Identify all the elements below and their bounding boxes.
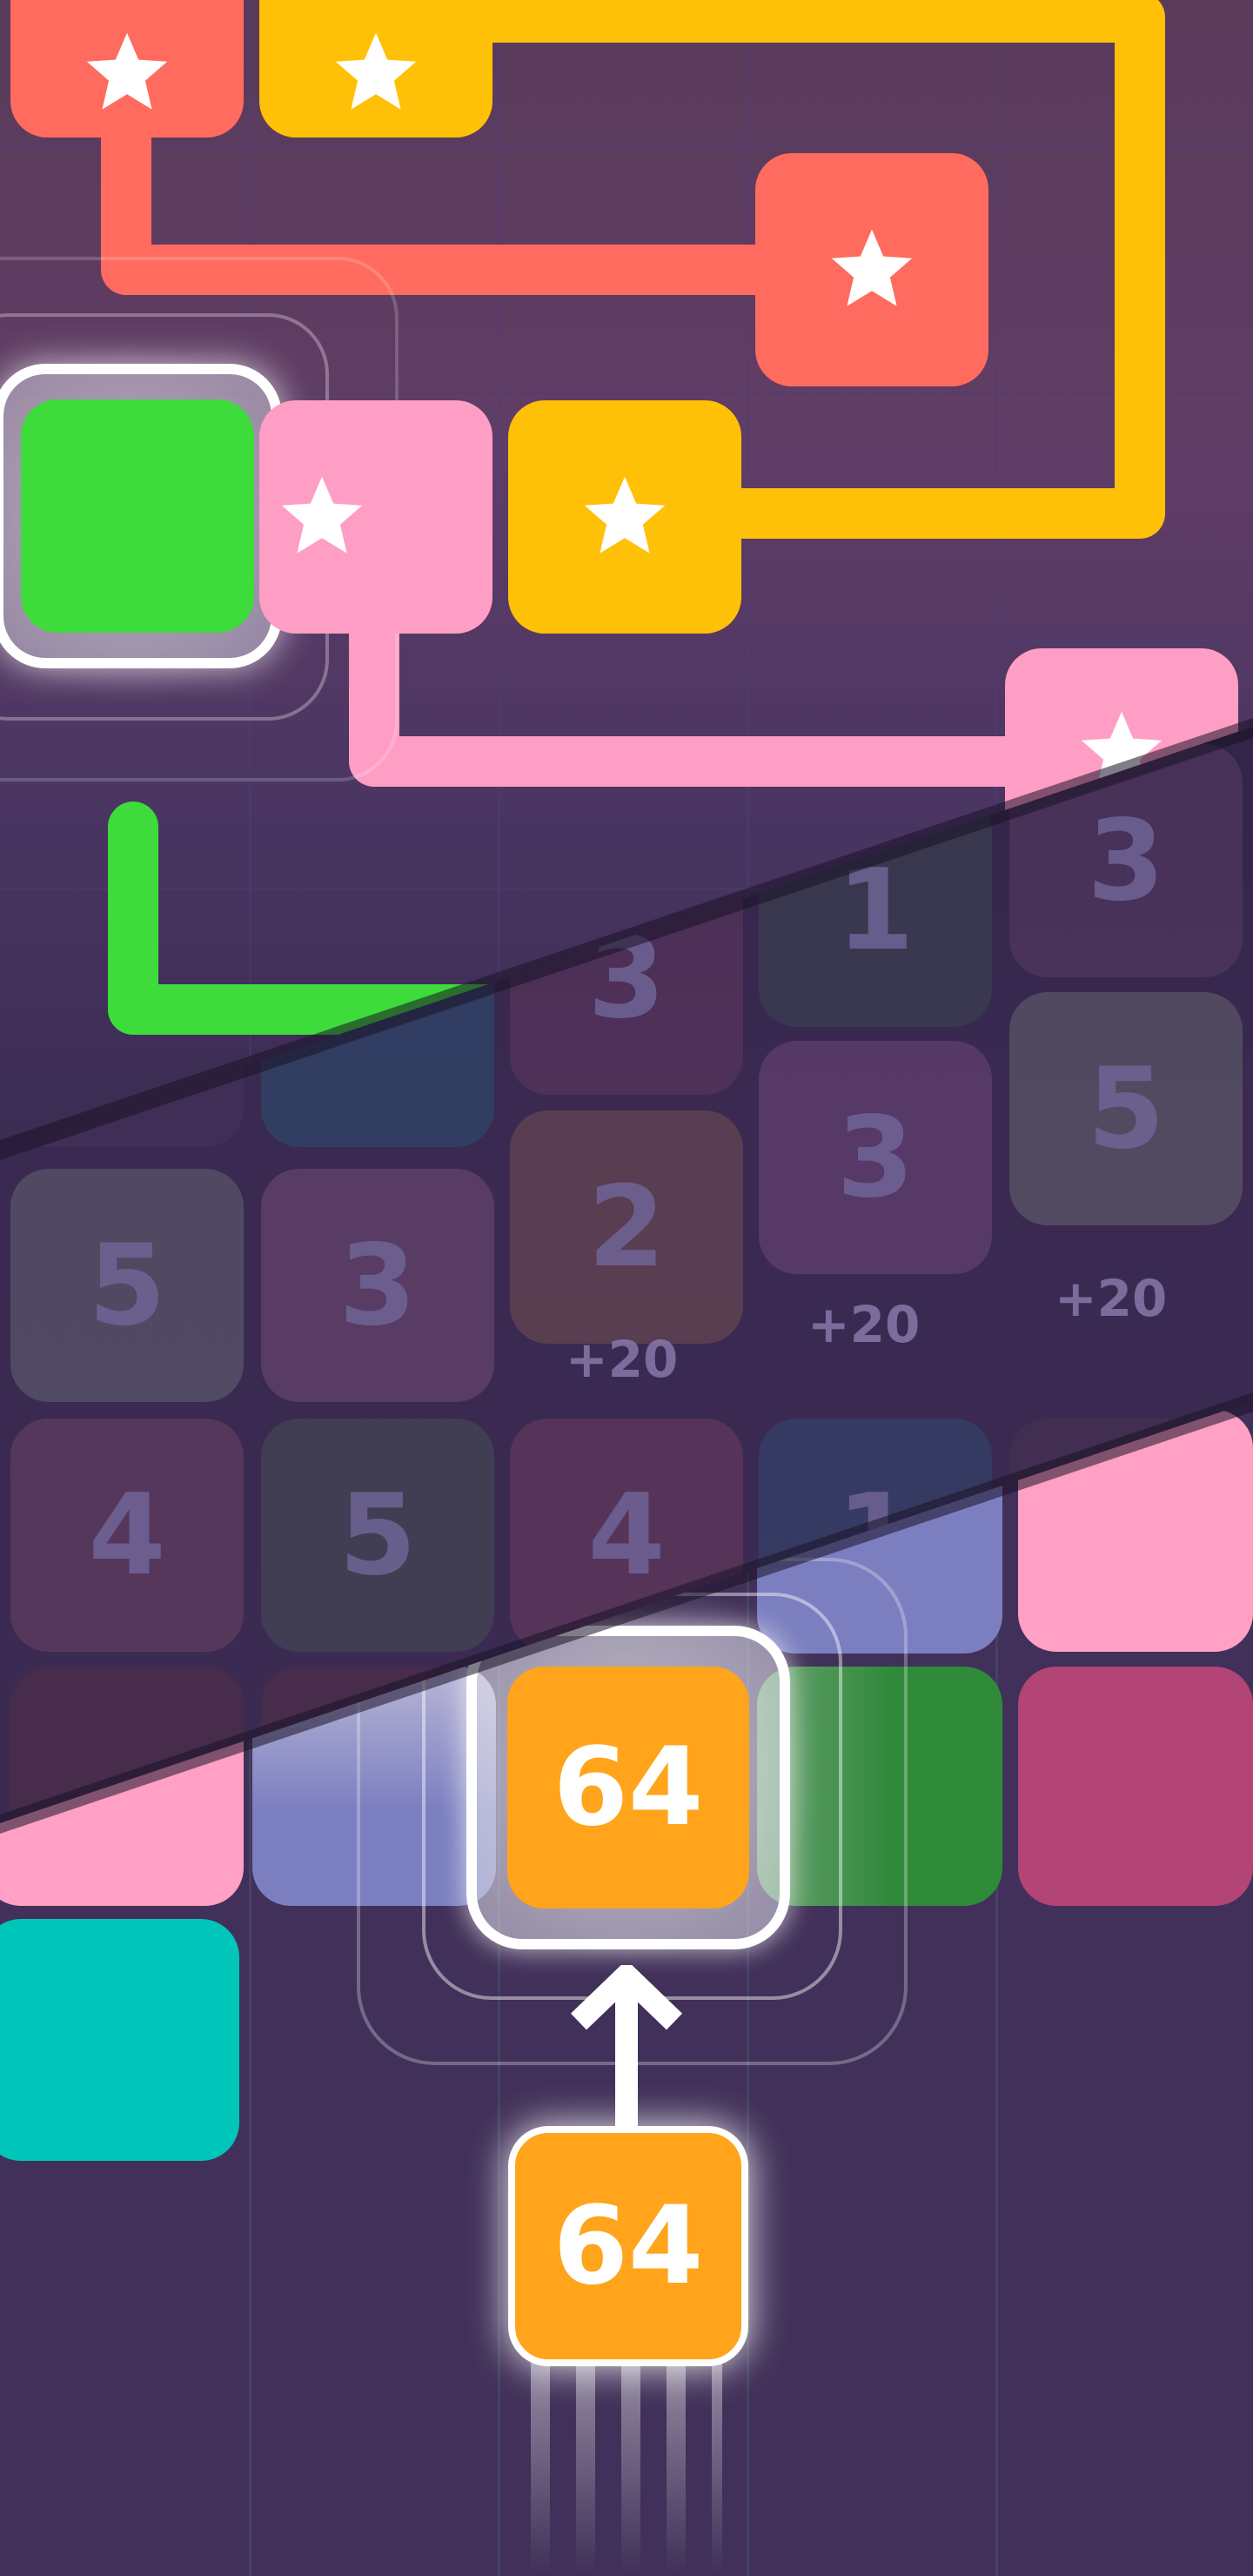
shooter-tile[interactable]: 64 (508, 2126, 748, 2366)
yellow-star-tile[interactable] (508, 400, 741, 634)
green-path (108, 802, 582, 1035)
tile-value: 3 (1087, 795, 1165, 926)
number-tile[interactable]: 5 (261, 1419, 494, 1652)
tile-value: 5 (88, 1220, 166, 1351)
tile-value: 5 (1087, 1043, 1165, 1174)
number-tile[interactable]: 5 (10, 1169, 244, 1402)
bonus-label: +20 (807, 1295, 921, 1354)
star-icon (584, 476, 666, 553)
red-star-tile[interactable] (755, 153, 988, 386)
merged-tile: 64 (507, 1667, 749, 1909)
number-tile[interactable]: 2 (510, 1110, 743, 1344)
tile-value: 3 (338, 1220, 417, 1351)
star-icon (86, 32, 168, 110)
tile-value: 2 (587, 1162, 666, 1292)
magenta-block[interactable] (1018, 1667, 1253, 1906)
shooter-tile-value: 64 (553, 2184, 704, 2309)
pink-star-tile[interactable] (259, 400, 492, 634)
tile-value: 3 (836, 1092, 915, 1223)
green-tile (21, 399, 254, 633)
tile-value: 4 (587, 1470, 666, 1600)
tile-value: 5 (338, 1470, 417, 1600)
number-tile[interactable]: 4 (10, 1419, 244, 1652)
star-icon (335, 32, 417, 110)
teal-block[interactable] (0, 1919, 239, 2161)
merged-tile-value: 64 (553, 1725, 704, 1850)
merged-tile-frame[interactable]: 64 (466, 1626, 790, 1949)
tile-value: 1 (836, 845, 915, 976)
number-tile[interactable]: 3 (759, 1041, 992, 1274)
number-tile[interactable]: 5 (1009, 992, 1243, 1225)
star-icon (281, 476, 362, 553)
number-tile[interactable]: 3 (261, 1169, 494, 1402)
arrow-up-icon (570, 1965, 683, 2130)
yellow-star-tile[interactable] (259, 0, 492, 138)
star-icon (831, 229, 913, 306)
red-star-tile[interactable] (10, 0, 244, 138)
green-tile-selected[interactable] (0, 364, 282, 668)
bonus-label: +20 (1055, 1269, 1168, 1328)
bonus-label: +20 (566, 1330, 679, 1389)
tile-value: 4 (88, 1470, 166, 1600)
